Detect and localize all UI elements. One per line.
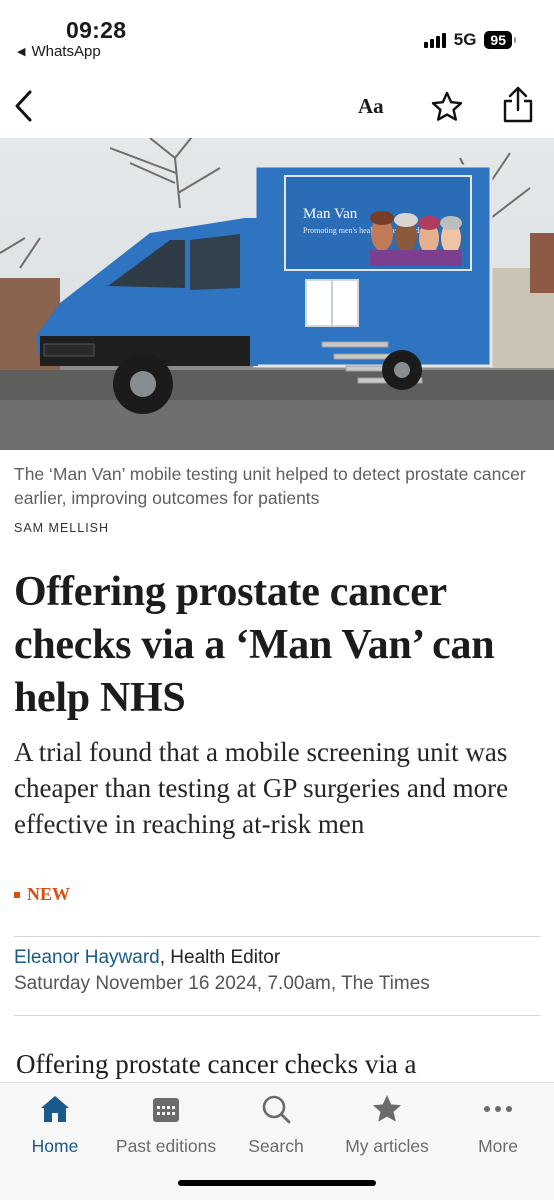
font-size-button[interactable]: Aa xyxy=(358,94,384,119)
tab-past-editions[interactable]: Past editions xyxy=(111,1091,221,1157)
tab-past-editions-label: Past editions xyxy=(115,1136,217,1156)
divider xyxy=(14,936,540,937)
back-app-label: WhatsApp xyxy=(31,43,101,60)
man-van-illustration: Man Van Promoting men's health across Lo… xyxy=(0,138,554,450)
new-badge-label: NEW xyxy=(27,884,71,904)
tab-home-label: Home xyxy=(31,1136,79,1156)
status-time: 09:28 xyxy=(66,17,127,43)
tab-more-label: More xyxy=(478,1136,518,1156)
status-bar: 09:28 ◀ WhatsApp 5G 95 xyxy=(0,0,554,72)
article-body-first-line: Offering prostate cancer checks via a xyxy=(16,1049,417,1079)
hero-photo[interactable]: Man Van Promoting men's health across Lo… xyxy=(0,138,554,450)
article-standfirst: A trial found that a mobile screening un… xyxy=(14,737,509,839)
byline: Eleanor Hayward, Health Editor xyxy=(14,947,280,969)
van-sign-title: Man Van xyxy=(303,206,358,222)
tab-home[interactable]: Home xyxy=(0,1091,110,1157)
divider xyxy=(14,1015,540,1016)
search-icon xyxy=(262,1095,291,1124)
photo-credit: SAM MELLISH xyxy=(14,521,110,535)
back-chevron-icon[interactable] xyxy=(10,86,40,126)
home-icon xyxy=(41,1096,69,1122)
calendar-icon xyxy=(153,1098,179,1122)
back-triangle-icon: ◀ xyxy=(17,46,26,58)
tab-search-label: Search xyxy=(248,1136,304,1156)
badge-square-icon xyxy=(14,891,20,898)
article-nav-bar: Aa xyxy=(0,76,554,136)
share-icon[interactable] xyxy=(501,86,535,124)
tab-search[interactable]: Search xyxy=(221,1091,331,1157)
more-dots-icon xyxy=(484,1106,512,1112)
signal-icon xyxy=(423,32,446,48)
new-badge: NEW xyxy=(14,884,70,905)
photo-caption: The ‘Man Van’ mobile testing unit helped… xyxy=(14,464,526,508)
article-headline: Offering prostate cancer checks via a ‘M… xyxy=(14,569,495,721)
network-type: 5G xyxy=(453,30,477,49)
cartoon-faces xyxy=(370,211,462,266)
dateline: Saturday November 16 2024, 7.00am, The T… xyxy=(14,973,430,994)
back-to-app-link[interactable]: ◀ WhatsApp xyxy=(17,43,101,60)
system-indicators: 5G 95 xyxy=(423,30,516,50)
home-indicator[interactable] xyxy=(178,1180,376,1186)
author-role: , Health Editor xyxy=(159,947,281,968)
tab-my-articles-label: My articles xyxy=(345,1136,429,1156)
author-link[interactable]: Eleanor Hayward xyxy=(14,947,160,968)
star-icon xyxy=(373,1095,401,1122)
star-icon[interactable] xyxy=(430,90,464,124)
battery-icon: 95 xyxy=(484,31,516,49)
tab-my-articles[interactable]: My articles xyxy=(332,1091,442,1157)
tab-more[interactable]: More xyxy=(443,1091,553,1157)
